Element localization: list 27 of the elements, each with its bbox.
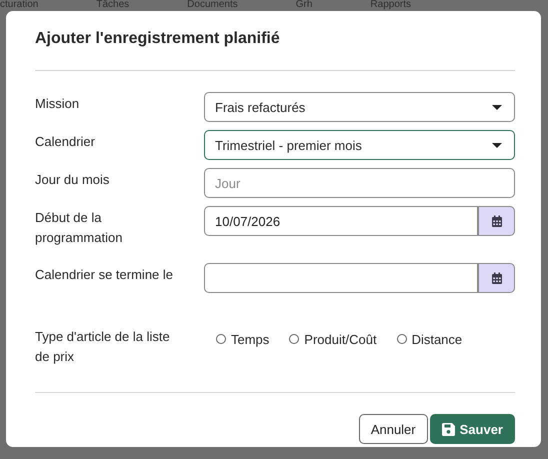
date-field[interactable]: 10/07/2026 <box>204 206 478 236</box>
save-button[interactable]: Sauver <box>430 414 515 444</box>
field-label: Début de la programmation <box>35 209 124 247</box>
field-label: Calendrier se termine le <box>35 266 174 284</box>
calendar-button[interactable] <box>478 206 515 236</box>
dropdown[interactable]: Trimestriel - premier mois <box>204 130 515 160</box>
field-label: Calendrier <box>35 133 96 151</box>
calendar-icon <box>490 214 502 228</box>
dropdown[interactable]: Frais refacturés <box>204 92 515 122</box>
radio-option[interactable]: Distance <box>396 330 462 348</box>
caret-icon <box>492 142 502 148</box>
caret-icon <box>492 104 502 110</box>
radio-button[interactable] <box>216 334 226 344</box>
radio-option[interactable]: Produit/Coût <box>289 330 377 348</box>
radio-button[interactable] <box>396 334 407 344</box>
dialog-title: Ajouter l'enregistrement planifié <box>35 30 515 71</box>
field-label: Jour du mois <box>35 171 110 189</box>
field-label: Type d'article de la liste de prix <box>35 328 171 366</box>
radio-option[interactable]: Temps <box>216 330 270 348</box>
radio-button[interactable] <box>289 334 300 344</box>
cancel-button[interactable]: Annuler <box>358 414 428 444</box>
input-field[interactable]: Jour <box>204 168 515 198</box>
field-label: Mission <box>35 95 80 113</box>
calendar-button[interactable] <box>478 263 515 293</box>
date-field[interactable] <box>204 263 478 293</box>
save-icon <box>442 422 455 436</box>
calendar-icon <box>490 272 502 284</box>
